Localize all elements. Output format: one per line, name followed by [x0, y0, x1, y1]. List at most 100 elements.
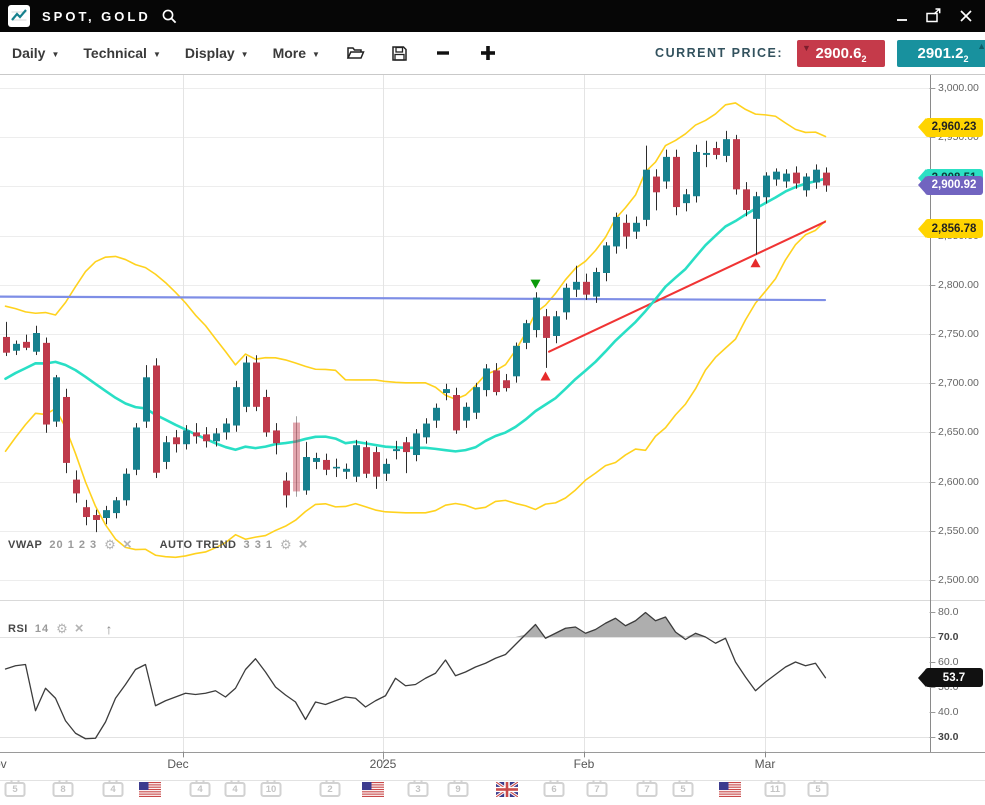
menu-timeframe-label: Daily: [12, 45, 45, 61]
current-price-label: CURRENT PRICE:: [655, 46, 783, 60]
calendar-event-icon[interactable]: 5: [808, 782, 829, 797]
calendar-event-icon[interactable]: 7: [637, 782, 658, 797]
calendar-event-day: 5: [808, 782, 829, 797]
rsi-indicator-name: RSI: [8, 623, 28, 635]
month-label-mar: Mar: [755, 757, 776, 771]
calendar-event-icon[interactable]: 6: [544, 782, 565, 797]
app-logo-icon: [8, 5, 30, 27]
month-label-dec: Dec: [167, 757, 188, 771]
menu-technical-label: Technical: [83, 45, 147, 61]
menu-technical[interactable]: Technical ▼: [83, 45, 160, 61]
us-flag-icon[interactable]: [719, 782, 741, 797]
price-chart-canvas[interactable]: [0, 75, 985, 805]
chevron-down-icon: ▼: [312, 50, 320, 59]
close-icon[interactable]: ×: [75, 621, 84, 636]
rsi-tick-label: 60.0: [938, 656, 958, 668]
month-label-nov: Nov: [0, 757, 7, 771]
ask-price-pip: 2: [963, 54, 968, 64]
vwap-indicator-params: 20 1 2 3: [49, 539, 97, 551]
calendar-event-icon[interactable]: 4: [225, 782, 246, 797]
calendar-event-day: 10: [261, 782, 282, 797]
calendar-event-day: 6: [544, 782, 565, 797]
close-icon[interactable]: ×: [123, 537, 132, 552]
close-icon[interactable]: [957, 7, 975, 25]
uk-flag-icon[interactable]: [496, 782, 518, 797]
autotrend-indicator-name: AUTO TREND: [160, 539, 237, 551]
gear-icon[interactable]: ⚙: [56, 622, 68, 635]
close-icon[interactable]: ×: [299, 537, 308, 552]
calendar-event-day: 9: [448, 782, 469, 797]
current-price-cluster: CURRENT PRICE: ▼ 2900.62 2901.22 ▲: [655, 32, 985, 74]
rsi-value-label: 53.7: [925, 668, 983, 687]
price-tick-label: 2,700.00: [938, 377, 979, 389]
rsi-tick-label: 30.0: [938, 731, 958, 743]
arrow-down-icon: ▼: [802, 43, 811, 53]
calendar-event-icon[interactable]: 4: [103, 782, 124, 797]
band-lower-label: 2,856.78: [925, 219, 983, 238]
calendar-event-day: 4: [103, 782, 124, 797]
calendar-event-day: 7: [587, 782, 608, 797]
gear-icon[interactable]: ⚙: [104, 538, 116, 551]
us-flag-icon[interactable]: [139, 782, 161, 797]
calendar-event-day: 8: [53, 782, 74, 797]
bid-price-pip: 2: [861, 54, 866, 64]
calendar-event-icon[interactable]: 4: [190, 782, 211, 797]
calendar-event-icon[interactable]: 11: [765, 782, 786, 797]
price-tick-label: 2,800.00: [938, 279, 979, 291]
rsi-tick-label: 80.0: [938, 606, 958, 618]
rsi-tick-label: 40.0: [938, 706, 958, 718]
menu-more[interactable]: More ▼: [273, 45, 320, 61]
vwap-indicator-row: VWAP 20 1 2 3 ⚙ × AUTO TREND 3 3 1 ⚙ ×: [8, 537, 307, 552]
calendar-event-day: 5: [5, 782, 26, 797]
price-tick-label: 2,500.00: [938, 574, 979, 586]
ask-price-badge: 2901.22 ▲: [897, 40, 985, 67]
minimize-icon[interactable]: [893, 7, 911, 25]
window-controls: [893, 7, 975, 25]
menu-display-label: Display: [185, 45, 235, 61]
zoom-in-icon[interactable]: [478, 43, 498, 63]
symbol-title: SPOT, GOLD: [42, 9, 151, 24]
gear-icon[interactable]: ⚙: [280, 538, 292, 551]
calendar-event-icon[interactable]: 7: [587, 782, 608, 797]
band-upper-label: 2,960.23: [925, 118, 983, 137]
open-folder-icon[interactable]: [346, 45, 365, 61]
calendar-event-icon[interactable]: 5: [673, 782, 694, 797]
autotrend-indicator-params: 3 3 1: [244, 539, 273, 551]
price-tick-label: 2,650.00: [938, 426, 979, 438]
calendar-event-icon[interactable]: 5: [5, 782, 26, 797]
rsi-tick-label: 70.0: [938, 631, 958, 643]
bid-price-value: 2900.6: [816, 45, 862, 62]
calendar-event-day: 11: [765, 782, 786, 797]
chart-toolbar: Daily ▼ Technical ▼ Display ▼ More ▼: [0, 32, 985, 75]
chevron-down-icon: ▼: [51, 50, 59, 59]
menu-timeframe[interactable]: Daily ▼: [12, 45, 59, 61]
calendar-event-day: 7: [637, 782, 658, 797]
zoom-out-icon[interactable]: [434, 44, 452, 62]
search-icon[interactable]: [161, 8, 178, 25]
chevron-down-icon: ▼: [153, 50, 161, 59]
price-tick-label: 2,550.00: [938, 525, 979, 537]
price-tick-label: 3,000.00: [938, 82, 979, 94]
calendar-event-icon[interactable]: 10: [261, 782, 282, 797]
save-icon[interactable]: [391, 45, 408, 62]
month-label-feb: Feb: [574, 757, 595, 771]
calendar-event-icon[interactable]: 3: [408, 782, 429, 797]
menu-more-label: More: [273, 45, 306, 61]
calendar-event-icon[interactable]: 2: [320, 782, 341, 797]
calendar-event-day: 5: [673, 782, 694, 797]
calendar-event-icon[interactable]: 8: [53, 782, 74, 797]
vwap-indicator-name: VWAP: [8, 539, 42, 551]
calendar-event-day: 2: [320, 782, 341, 797]
arrow-up-icon: ▲: [977, 41, 985, 51]
chevron-down-icon: ▼: [241, 50, 249, 59]
move-up-icon[interactable]: ↑: [106, 622, 113, 636]
rsi-indicator-row: RSI 14 ⚙ × ↑: [8, 621, 113, 636]
ask-price-value: 2901.2: [918, 45, 964, 62]
calendar-event-day: 4: [190, 782, 211, 797]
popout-icon[interactable]: [925, 7, 943, 25]
month-label-2025: 2025: [370, 757, 397, 771]
calendar-event-icon[interactable]: 9: [448, 782, 469, 797]
us-flag-icon[interactable]: [362, 782, 384, 797]
price-tick-label: 2,600.00: [938, 476, 979, 488]
menu-display[interactable]: Display ▼: [185, 45, 249, 61]
